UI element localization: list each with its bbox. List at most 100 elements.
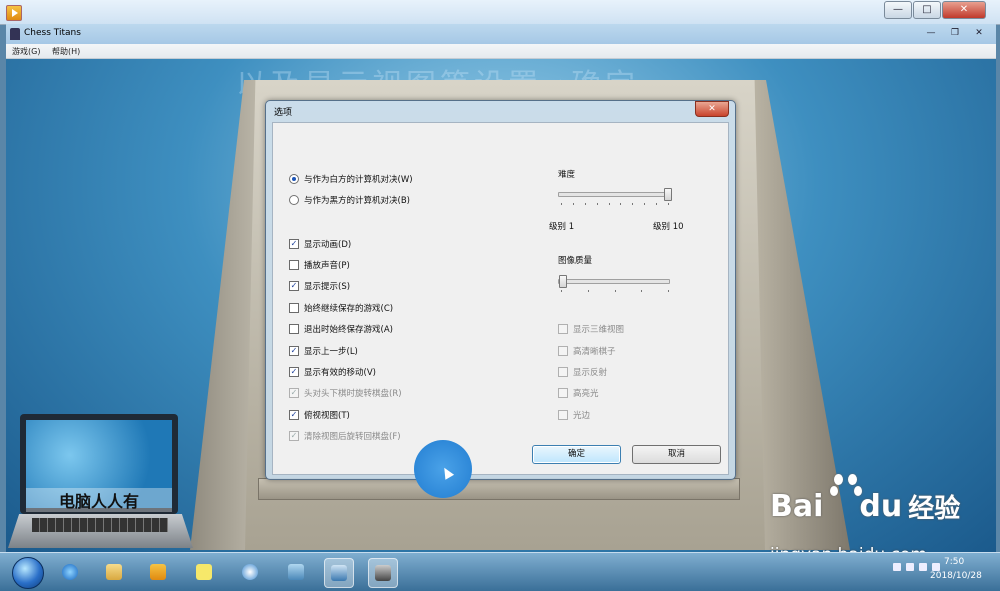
folder-icon xyxy=(106,564,122,580)
checkbox-label: 显示反射 xyxy=(573,368,608,378)
game-close-button[interactable]: ✕ xyxy=(968,26,990,40)
menu-bar: 游戏(G) 帮助(H) xyxy=(6,44,996,59)
taskbar-network-app[interactable] xyxy=(282,558,310,586)
clock-date[interactable]: 2018/10/28 xyxy=(930,571,982,581)
checkbox-top-down-view[interactable]: ✓ 俯视视图(T) xyxy=(289,409,350,421)
checkbox-checked-icon[interactable]: ✓ xyxy=(289,410,299,420)
checkbox-play-sounds[interactable]: 播放声音(P) xyxy=(289,259,350,271)
checkbox-disabled-icon xyxy=(558,367,568,377)
ok-button[interactable]: 确定 xyxy=(532,445,621,464)
image-quality-ticks xyxy=(561,290,669,292)
player-title-bar: — □ ✕ xyxy=(0,0,1000,25)
window-title: Chess Titans xyxy=(24,28,81,38)
player-close-button[interactable]: ✕ xyxy=(942,1,986,19)
checkbox-label: 高亮光 xyxy=(573,389,599,399)
taskbar-media-player[interactable] xyxy=(144,558,172,586)
clock-time[interactable]: 7:50 xyxy=(944,557,964,567)
checkbox-disabled-icon xyxy=(558,410,568,420)
checkbox-label: 播放声音(P) xyxy=(304,261,350,271)
radio-label: 与作为黑方的计算机对决(B) xyxy=(304,196,410,206)
checkbox-show-animations[interactable]: ✓ 显示动画(D) xyxy=(289,238,351,250)
player-minimize-button[interactable]: — xyxy=(884,1,912,19)
checkbox-disabled-icon xyxy=(558,346,568,356)
taskbar-sticky-notes[interactable] xyxy=(190,558,218,586)
radio-play-white[interactable]: 与作为白方的计算机对决(W) xyxy=(289,173,413,185)
difficulty-label: 难度 xyxy=(558,170,576,180)
checkbox-checked-disabled-icon: ✓ xyxy=(289,388,299,398)
checkbox-checked-disabled-icon: ✓ xyxy=(289,431,299,441)
taskbar-chess-titans[interactable] xyxy=(368,558,398,588)
dialog-close-button[interactable]: ✕ xyxy=(695,101,729,117)
checkbox-show-valid-moves[interactable]: ✓ 显示有效的移动(V) xyxy=(289,366,376,378)
radio-unselected-icon[interactable] xyxy=(289,195,299,205)
radio-selected-icon[interactable] xyxy=(289,174,299,184)
checkbox-light-edges: 光边 xyxy=(558,409,590,421)
note-icon xyxy=(196,564,212,580)
cancel-button[interactable]: 取消 xyxy=(632,445,721,464)
checkbox-label: 高清晰棋子 xyxy=(573,347,616,357)
checkbox-show-tips[interactable]: ✓ 显示提示(S) xyxy=(289,280,350,292)
game-minimize-button[interactable]: — xyxy=(920,26,942,40)
baidu-paw-icon xyxy=(830,474,866,510)
radio-label: 与作为白方的计算机对决(W) xyxy=(304,175,413,185)
difficulty-max-label: 级别 10 xyxy=(653,222,684,232)
laptop-caption: 电脑人人有 xyxy=(26,488,172,512)
baidu-jingyan-text: 经验 xyxy=(908,494,961,524)
checkbox-label: 显示动画(D) xyxy=(304,240,352,250)
board-ledge xyxy=(258,478,740,500)
checkbox-show-last-move[interactable]: ✓ 显示上一步(L) xyxy=(289,345,358,357)
checkbox-highlights: 高亮光 xyxy=(558,387,599,399)
difficulty-slider-track[interactable] xyxy=(558,192,670,197)
system-tray xyxy=(888,563,940,571)
player-maximize-button[interactable]: □ xyxy=(913,1,941,19)
taskbar-player[interactable] xyxy=(324,558,354,588)
checkbox-unchecked-icon[interactable] xyxy=(289,324,299,334)
image-quality-slider-thumb[interactable] xyxy=(559,275,567,288)
taskbar-explorer[interactable] xyxy=(100,558,128,586)
image-quality-label: 图像质量 xyxy=(558,256,593,266)
player-app-icon xyxy=(6,5,22,21)
laptop-screen: 电脑人人有 xyxy=(20,414,178,514)
start-button[interactable] xyxy=(12,557,44,589)
game-maximize-button[interactable]: ❐ xyxy=(944,26,966,40)
baidu-brand-text: Bai xyxy=(770,489,824,524)
checkbox-checked-icon[interactable]: ✓ xyxy=(289,239,299,249)
checkbox-rotate-back-after-clear: ✓ 清除视图后旋转回棋盘(F) xyxy=(289,430,401,442)
difficulty-ticks xyxy=(561,203,669,205)
checkbox-rotate-board-head-to-head: ✓ 头对头下棋时旋转棋盘(R) xyxy=(289,387,402,399)
checkbox-checked-icon[interactable]: ✓ xyxy=(289,281,299,291)
radio-play-black[interactable]: 与作为黑方的计算机对决(B) xyxy=(289,194,410,206)
tray-network-icon[interactable] xyxy=(906,563,914,571)
checkbox-label: 俯视视图(T) xyxy=(304,411,350,421)
player-window-controls: — □ ✕ xyxy=(883,1,986,19)
difficulty-slider-thumb[interactable] xyxy=(664,188,672,201)
menu-game[interactable]: 游戏(G) xyxy=(12,46,40,57)
tray-volume-icon[interactable] xyxy=(919,563,927,571)
checkbox-always-continue-saved[interactable]: 始终继续保存的游戏(C) xyxy=(289,302,393,314)
checkbox-label: 光边 xyxy=(573,411,591,421)
dialog-body: 与作为白方的计算机对决(W) 与作为黑方的计算机对决(B) ✓ 显示动画(D) … xyxy=(272,122,729,475)
image-quality-slider-track[interactable] xyxy=(558,279,670,284)
tray-signal-icon[interactable] xyxy=(932,563,940,571)
menu-help[interactable]: 帮助(H) xyxy=(52,46,80,57)
checkbox-unchecked-icon[interactable] xyxy=(289,260,299,270)
taskbar-ie[interactable] xyxy=(56,558,84,586)
checkbox-checked-icon[interactable]: ✓ xyxy=(289,367,299,377)
taskbar-pinwheel[interactable] xyxy=(236,558,264,586)
play-icon xyxy=(150,564,166,580)
dialog-title: 选项 xyxy=(274,108,293,118)
checkbox-hd-pieces: 高清晰棋子 xyxy=(558,345,616,357)
checkbox-checked-icon[interactable]: ✓ xyxy=(289,346,299,356)
checkbox-unchecked-icon[interactable] xyxy=(289,303,299,313)
laptop-keyboard xyxy=(32,518,168,532)
options-dialog: 选项 ✕ 与作为白方的计算机对决(W) 与作为黑方的计算机对决(B) ✓ 显示动… xyxy=(265,100,736,480)
tray-flag-icon[interactable] xyxy=(893,563,901,571)
laptop-display: 电脑人人有 xyxy=(26,420,172,512)
ie-icon xyxy=(62,564,78,580)
game-window-controls: — ❐ ✕ xyxy=(918,26,990,40)
checkbox-show-reflections: 显示反射 xyxy=(558,366,607,378)
checkbox-label: 清除视图后旋转回棋盘(F) xyxy=(304,432,401,442)
difficulty-min-label: 级别 1 xyxy=(549,222,575,232)
chess-piece-icon xyxy=(375,565,391,581)
checkbox-always-save-on-exit[interactable]: 退出时始终保存游戏(A) xyxy=(289,323,393,335)
